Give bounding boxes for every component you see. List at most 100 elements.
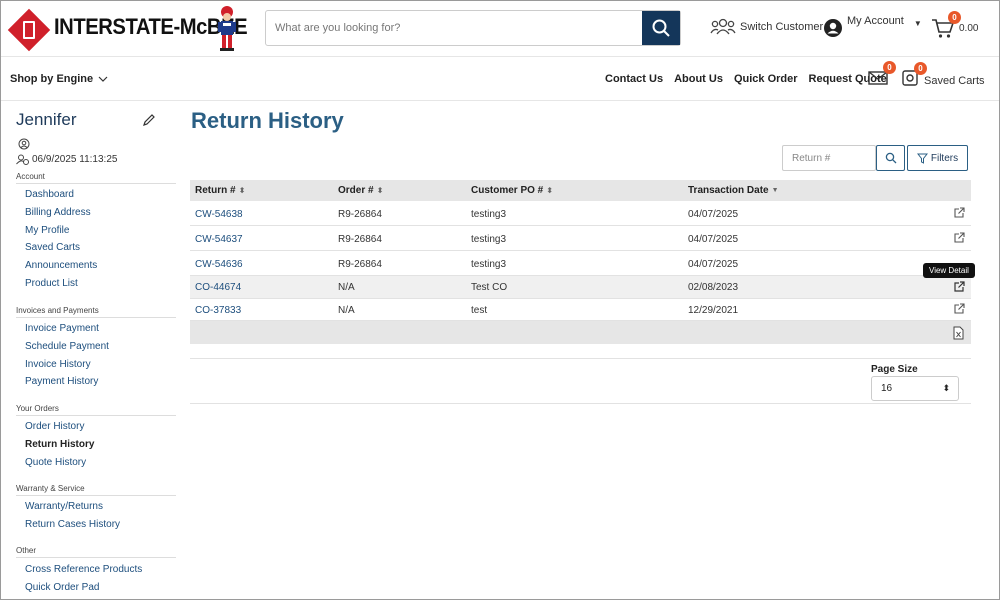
link-cross-reference-products[interactable]: Cross Reference Products (25, 564, 142, 575)
link-payment-history[interactable]: Payment History (25, 376, 98, 387)
section-your-orders: Your Orders (16, 404, 176, 416)
customer-po: testing3 (471, 234, 507, 245)
search-icon (652, 19, 670, 37)
link-invoice-history[interactable]: Invoice History (25, 359, 91, 370)
open-detail-icon[interactable] (953, 207, 965, 219)
page-title: Return History (191, 108, 344, 133)
open-detail-icon[interactable] (953, 303, 965, 315)
filters-button[interactable]: Filters (907, 145, 968, 171)
excel-export-icon[interactable] (953, 326, 964, 340)
link-quote-history[interactable]: Quote History (25, 457, 86, 468)
return-number-link[interactable]: CO-44674 (195, 282, 241, 293)
customer-po: test (471, 305, 488, 316)
table-header: Return # ⬍ Order # ⬍ Customer PO # ⬍ Tra… (190, 180, 971, 201)
filters-label: Filters (930, 152, 959, 164)
nav-quick-order[interactable]: Quick Order (734, 73, 798, 85)
order-number: R9-26864 (338, 209, 382, 220)
transaction-date: 04/07/2025 (688, 209, 739, 220)
col-customer-po[interactable]: Customer PO # ⬍ (471, 185, 553, 196)
col-customer-po-label: Customer PO # (471, 185, 544, 196)
link-order-history[interactable]: Order History (25, 421, 84, 432)
logo-diamond-icon (7, 8, 51, 52)
nav-about-us[interactable]: About Us (674, 73, 723, 85)
link-quick-order-pad[interactable]: Quick Order Pad (25, 582, 99, 593)
nav-links: Contact Us About Us Quick Order Request … (605, 73, 898, 85)
table-row: CO-44674 N/A Test CO 02/08/2023 (190, 276, 971, 299)
user-clock-icon (16, 154, 29, 165)
sort-icon: ⬍ (238, 186, 246, 195)
user-name: Jennifer (16, 110, 77, 129)
switch-customer-button[interactable]: Switch Customer (710, 17, 823, 37)
transaction-date: 02/08/2023 (688, 282, 739, 293)
users-group-icon (710, 18, 736, 35)
switch-customer-label: Switch Customer (740, 21, 824, 33)
col-transaction-date[interactable]: Transaction Date ▼ (688, 185, 779, 196)
open-detail-icon[interactable] (953, 281, 965, 293)
link-saved-carts[interactable]: Saved Carts (25, 242, 80, 253)
link-announcements[interactable]: Announcements (25, 260, 97, 271)
link-dashboard[interactable]: Dashboard (25, 189, 74, 200)
section-account: Account (16, 172, 176, 184)
table-row: CW-54637 R9-26864 testing3 04/07/2025 (190, 226, 971, 251)
divider (190, 403, 971, 404)
cart-count-badge: 0 (948, 11, 961, 24)
col-order-number[interactable]: Order # ⬍ (338, 185, 383, 196)
return-history-table: Return # ⬍ Order # ⬍ Customer PO # ⬍ Tra… (190, 180, 971, 344)
shop-by-engine-label: Shop by Engine (10, 73, 94, 85)
return-search-button[interactable] (876, 145, 905, 171)
cart-total: 0.00 (959, 22, 979, 34)
customer-po: Test CO (471, 282, 508, 293)
transaction-date: 04/07/2025 (688, 234, 739, 245)
secondary-nav: Shop by Engine Contact Us About Us Quick… (1, 57, 999, 101)
link-schedule-payment[interactable]: Schedule Payment (25, 341, 109, 352)
open-detail-icon[interactable] (953, 232, 965, 244)
my-account-label: My Account (847, 15, 904, 27)
section-warranty-service: Warranty & Service (16, 484, 176, 496)
search-icon (885, 152, 896, 164)
pencil-icon[interactable] (142, 113, 156, 127)
divider (190, 358, 971, 359)
table-row: CW-54638 R9-26864 testing3 04/07/2025 (190, 201, 971, 226)
table-row: CO-37833 N/A test 12/29/2021 (190, 299, 971, 321)
view-detail-tooltip: View Detail (923, 263, 975, 278)
link-return-history[interactable]: Return History (25, 439, 94, 450)
return-number-link[interactable]: CO-37833 (195, 305, 241, 316)
customer-po: testing3 (471, 209, 507, 220)
link-billing-address[interactable]: Billing Address (25, 207, 91, 218)
select-arrows-icon: ⬍ (942, 383, 950, 393)
search-input[interactable] (266, 11, 642, 45)
nav-contact-us[interactable]: Contact Us (605, 73, 663, 85)
return-number-link[interactable]: CW-54637 (195, 234, 243, 245)
link-product-list[interactable]: Product List (25, 278, 78, 289)
col-return-number-label: Return # (195, 185, 236, 196)
link-return-cases-history[interactable]: Return Cases History (25, 519, 120, 530)
shop-by-engine-menu[interactable]: Shop by Engine (10, 73, 108, 85)
messages-count-badge: 0 (883, 61, 896, 74)
last-login: 06/9/2025 11:13:25 (16, 154, 117, 165)
table-row: CW-54636 R9-26864 testing3 04/07/2025 (190, 251, 971, 276)
account-circle-icon (824, 19, 842, 37)
col-return-number[interactable]: Return # ⬍ (195, 185, 245, 196)
link-warranty-returns[interactable]: Warranty/Returns (25, 501, 103, 512)
caret-down-icon: ▼ (913, 19, 922, 28)
my-account-menu[interactable]: My Account ▼ (823, 15, 922, 38)
page-size-select[interactable]: 16 ⬍ (871, 376, 959, 401)
customer-po: testing3 (471, 259, 507, 270)
order-number: R9-26864 (338, 259, 382, 270)
return-number-link[interactable]: CW-54636 (195, 259, 243, 270)
user-circle-icon (18, 138, 30, 150)
saved-carts-label: Saved Carts (924, 75, 985, 87)
link-my-profile[interactable]: My Profile (25, 225, 69, 236)
search-button[interactable] (642, 11, 680, 45)
order-number: N/A (338, 282, 355, 293)
col-order-number-label: Order # (338, 185, 374, 196)
sort-icon: ⬍ (546, 186, 553, 195)
page-size-value: 16 (881, 383, 893, 394)
return-number-link[interactable]: CW-54638 (195, 209, 243, 220)
link-invoice-payment[interactable]: Invoice Payment (25, 323, 99, 334)
last-login-timestamp: 06/9/2025 11:13:25 (32, 154, 118, 165)
mascot-icon (218, 6, 236, 51)
transaction-date: 12/29/2021 (688, 305, 739, 316)
return-number-input[interactable] (782, 145, 876, 171)
sort-icon: ⬍ (376, 186, 384, 195)
